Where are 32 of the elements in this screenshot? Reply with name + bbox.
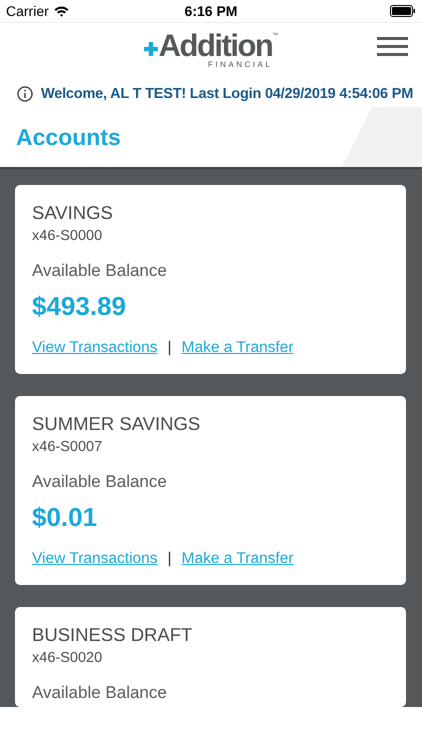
- account-number: x46-S0000: [32, 228, 104, 244]
- menu-button[interactable]: [377, 37, 408, 56]
- info-icon: [17, 86, 33, 102]
- account-card[interactable]: SAVINGS x46-S0000 Available Balance $493.89 View Transactions | Make a Transfer: [15, 185, 406, 374]
- link-separator: |: [168, 339, 172, 357]
- logo-subtitle: FINANCIAL: [208, 60, 272, 68]
- view-transactions-link[interactable]: View Transactions: [32, 339, 158, 357]
- page-title: Accounts: [16, 124, 121, 150]
- welcome-message: Welcome, AL T TEST! Last Login 04/29/2019 4:54:06 PM: [41, 86, 414, 102]
- account-name: BUSINESS DRAFT: [32, 624, 194, 646]
- balance-amount: $0.01: [32, 502, 98, 533]
- balance-label: Available Balance: [32, 472, 168, 492]
- view-transactions-link[interactable]: View Transactions: [32, 550, 158, 568]
- wifi-icon: [54, 6, 69, 16]
- account-number: x46-S0007: [32, 439, 104, 455]
- balance-label: Available Balance: [32, 683, 168, 703]
- time-label: 6:16 PM: [184, 3, 238, 19]
- logo-text: Addition: [158, 30, 272, 62]
- menu-icon: [377, 37, 408, 56]
- carrier-label: Carrier: [6, 3, 49, 19]
- account-card[interactable]: BUSINESS DRAFT x46-S0020 Available Balance: [15, 607, 406, 707]
- balance-amount: $493.89: [32, 291, 127, 322]
- account-number: x46-S0020: [32, 650, 104, 666]
- transfer-link[interactable]: Make a Transfer: [182, 550, 294, 568]
- account-name: SUMMER SAVINGS: [32, 413, 202, 435]
- battery-icon: [390, 5, 416, 17]
- link-separator: |: [168, 550, 172, 568]
- account-card[interactable]: SUMMER SAVINGS x46-S0007 Available Balance $0.01 View Transactions | Make a Transfer: [15, 396, 406, 585]
- transfer-link[interactable]: Make a Transfer: [182, 339, 294, 357]
- account-name: SAVINGS: [32, 202, 114, 224]
- plus-icon: [144, 42, 158, 56]
- balance-label: Available Balance: [32, 261, 168, 281]
